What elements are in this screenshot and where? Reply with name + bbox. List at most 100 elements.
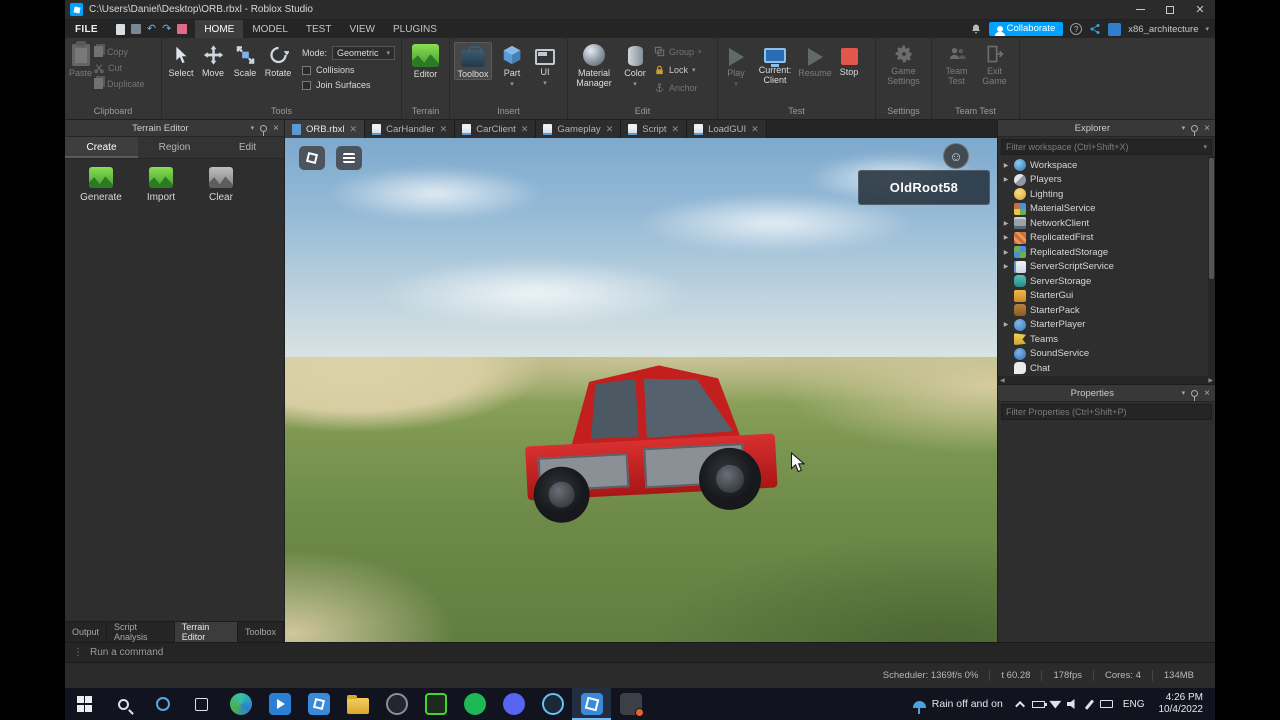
taskbar-search-button[interactable] <box>104 688 143 720</box>
properties-filter-input[interactable]: Filter Properties (Ctrl+Shift+P) <box>1001 404 1212 420</box>
generate-button[interactable]: Generate <box>75 167 127 203</box>
tab-home[interactable]: HOME <box>195 20 243 38</box>
explorer-horizontal-scrollbar[interactable]: ◀▶ <box>998 376 1215 384</box>
doc-tab-orb[interactable]: ORB.rbxl✕ <box>285 120 365 138</box>
stop-button[interactable]: Stop <box>836 42 862 77</box>
close-tab-icon[interactable]: ✕ <box>350 124 358 135</box>
properties-panel-header[interactable]: Properties ▾ × <box>998 385 1215 402</box>
explorer-item-materialservice[interactable]: MaterialService <box>998 202 1215 217</box>
explorer-item-replicatedstorage[interactable]: ▶ReplicatedStorage <box>998 245 1215 260</box>
title-bar[interactable]: C:\Users\Daniel\Desktop\ORB.rbxl - Roblo… <box>65 0 1215 20</box>
explorer-item-players[interactable]: ▶Players <box>998 173 1215 188</box>
lock-button[interactable]: Lock▾ <box>654 63 702 76</box>
command-bar-input[interactable]: ⋮ Run a command <box>65 642 1215 662</box>
explorer-item-lighting[interactable]: Lighting <box>998 187 1215 202</box>
tab-view[interactable]: VIEW <box>340 20 384 38</box>
expand-arrow-icon[interactable]: ▶ <box>1002 234 1010 241</box>
toolbox-button[interactable]: Toolbox <box>454 42 492 80</box>
help-button[interactable]: ? <box>1070 23 1082 35</box>
viewport-roblox-menu-button[interactable] <box>299 146 325 170</box>
mode-dropdown[interactable]: Geometric▾ <box>332 46 395 60</box>
roblox-player-button[interactable] <box>299 688 338 720</box>
minimize-button[interactable] <box>1125 0 1155 19</box>
collisions-checkbox[interactable] <box>302 66 311 75</box>
weather-widget[interactable]: Rain off and on <box>903 688 1013 720</box>
account-name[interactable]: x86_architecture <box>1128 24 1198 35</box>
terrain-tab-edit[interactable]: Edit <box>211 137 284 158</box>
show-hidden-icons-button[interactable] <box>1013 688 1030 720</box>
color-caret-icon[interactable]: ▾ <box>633 80 637 88</box>
notifications-bell-icon[interactable] <box>970 23 982 35</box>
game-settings-button[interactable]: Game Settings <box>884 42 924 86</box>
select-tool-button[interactable]: Select <box>166 42 196 78</box>
explorer-item-startergui[interactable]: StarterGui <box>998 289 1215 304</box>
scroll-right-icon[interactable]: ▶ <box>1208 377 1213 384</box>
explorer-item-replicatedfirst[interactable]: ▶ReplicatedFirst <box>998 231 1215 246</box>
terrain-editor-panel-header[interactable]: Terrain Editor ▾ × <box>65 120 284 137</box>
expand-arrow-icon[interactable]: ▶ <box>1002 321 1010 328</box>
explorer-panel-header[interactable]: Explorer ▾ × <box>998 120 1215 137</box>
collaborate-button[interactable]: Collaborate <box>989 22 1064 36</box>
tab-script-analysis[interactable]: Script Analysis <box>107 622 175 642</box>
emotes-button[interactable]: ☺ <box>943 143 969 169</box>
clock[interactable]: 4:26 PM 10/4/2022 <box>1153 692 1216 717</box>
resume-button[interactable]: Resume <box>800 42 830 78</box>
anchor-button[interactable]: Anchor <box>654 81 702 94</box>
steam-button[interactable] <box>533 688 572 720</box>
part-caret-icon[interactable]: ▾ <box>510 80 514 88</box>
car-model[interactable] <box>521 360 779 525</box>
battery-indicator[interactable] <box>1030 688 1047 720</box>
pen-settings[interactable] <box>1081 688 1098 720</box>
terrain-editor-button[interactable]: Editor <box>412 42 439 79</box>
exit-game-button[interactable]: Exit Game <box>979 42 1011 86</box>
new-file-icon[interactable] <box>116 24 125 35</box>
expand-arrow-icon[interactable]: ▶ <box>1002 220 1010 227</box>
color-button[interactable]: Color ▾ <box>620 42 650 88</box>
tab-model[interactable]: MODEL <box>243 20 297 38</box>
panel-close-icon[interactable]: × <box>1204 123 1210 134</box>
panel-pin-icon[interactable] <box>260 125 267 132</box>
edge-browser-button[interactable] <box>221 688 260 720</box>
roblox-studio-taskbar-button[interactable] <box>572 688 611 720</box>
join-surfaces-checkbox-row[interactable]: Join Surfaces <box>302 80 395 90</box>
terrain-tab-create[interactable]: Create <box>65 137 138 158</box>
clear-button[interactable]: Clear <box>195 167 247 203</box>
touch-keyboard-button[interactable] <box>1098 688 1115 720</box>
account-caret-icon[interactable]: ▾ <box>1205 25 1209 33</box>
cut-button[interactable]: Cut <box>94 61 145 74</box>
explorer-vertical-scrollbar[interactable] <box>1208 156 1215 376</box>
record-icon[interactable] <box>177 24 187 34</box>
movies-app-button[interactable] <box>260 688 299 720</box>
save-icon[interactable] <box>131 24 141 34</box>
panel-chevron-icon[interactable]: ▾ <box>1182 389 1186 397</box>
move-tool-button[interactable]: Move <box>198 42 228 78</box>
close-tab-icon[interactable]: ✕ <box>440 124 448 135</box>
explorer-item-serverscriptservice[interactable]: ▶ServerScriptService <box>998 260 1215 275</box>
material-manager-button[interactable]: Material Manager <box>572 42 616 88</box>
share-icon[interactable] <box>1089 23 1101 35</box>
panel-chevron-icon[interactable]: ▾ <box>1182 124 1186 132</box>
tab-test[interactable]: TEST <box>297 20 341 38</box>
panel-close-icon[interactable]: × <box>273 123 279 134</box>
spotify-button[interactable] <box>455 688 494 720</box>
scale-tool-button[interactable]: Scale <box>230 42 260 78</box>
file-menu[interactable]: FILE <box>65 20 108 38</box>
panel-pin-icon[interactable] <box>1191 390 1198 397</box>
cortana-button[interactable] <box>143 688 182 720</box>
expand-arrow-icon[interactable]: ▶ <box>1002 162 1010 169</box>
expand-arrow-icon[interactable]: ▶ <box>1002 176 1010 183</box>
explorer-item-serverstorage[interactable]: ServerStorage <box>998 274 1215 289</box>
scrollbar-thumb[interactable] <box>1209 158 1214 279</box>
tab-terrain-editor[interactable]: Terrain Editor <box>175 622 238 642</box>
explorer-item-starterplayer[interactable]: ▶StarterPlayer <box>998 318 1215 333</box>
expand-arrow-icon[interactable]: ▶ <box>1002 263 1010 270</box>
recorder-app-button[interactable] <box>611 688 650 720</box>
current-client-button[interactable]: Current: Client <box>756 42 794 85</box>
rotate-tool-button[interactable]: Rotate <box>262 42 294 78</box>
doc-tab-loadgui[interactable]: LoadGUI✕ <box>687 120 767 138</box>
part-button[interactable]: Part ▾ <box>497 42 527 88</box>
ui-caret-icon[interactable]: ▾ <box>543 79 547 87</box>
close-tab-icon[interactable]: ✕ <box>672 124 680 135</box>
doc-tab-carclient[interactable]: CarClient✕ <box>455 120 536 138</box>
scroll-left-icon[interactable]: ◀ <box>1000 377 1005 384</box>
